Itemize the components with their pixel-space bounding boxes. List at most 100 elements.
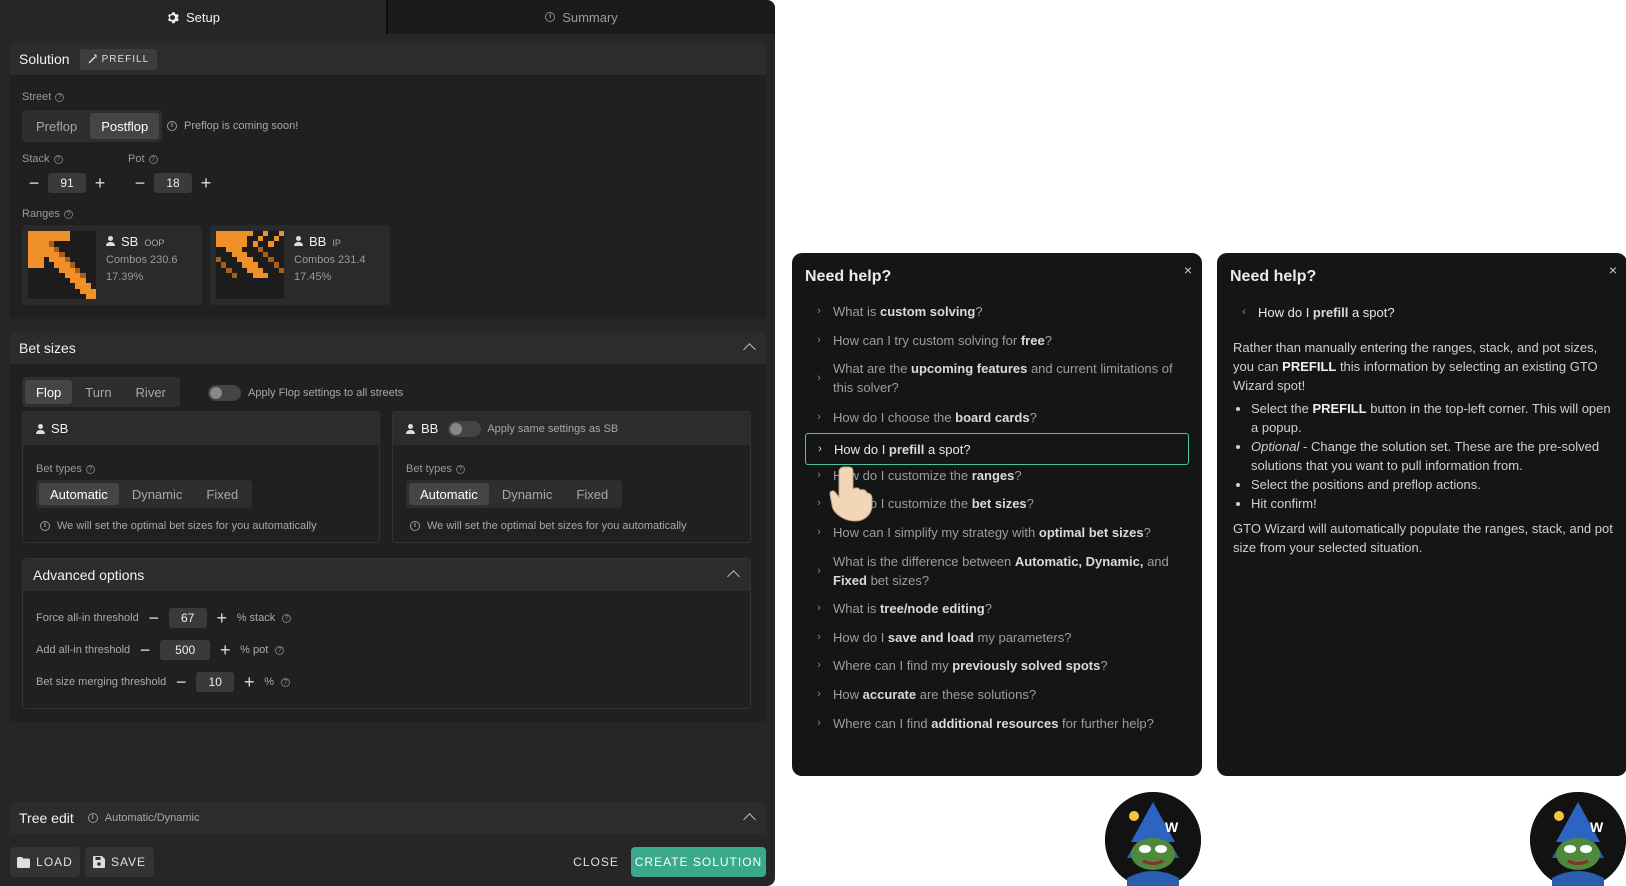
tab-summary-label: Summary: [562, 9, 618, 25]
add-allin-row: Add all-in threshold − 500 + % pot ?: [36, 640, 285, 660]
stack-stepper: − 91 +: [26, 173, 108, 193]
apply-all-toggle[interactable]: [208, 385, 241, 401]
chevron-up-icon[interactable]: [727, 570, 740, 583]
faq-item[interactable]: › How do I choose the board cards?: [805, 405, 1189, 429]
bb-type-dynamic[interactable]: Dynamic: [491, 483, 564, 505]
back-to-faq[interactable]: ‹ How do I prefill a spot?: [1230, 303, 1614, 322]
faq-item-text: What is custom solving?: [833, 303, 983, 319]
chevron-right-icon: ›: [817, 304, 821, 317]
add-allin-minus[interactable]: −: [137, 641, 153, 659]
faq-item[interactable]: › How do I save and load my parameters?: [805, 625, 1189, 649]
preflop-note: i Preflop is coming soon!: [167, 120, 298, 132]
force-allin-label: Force all-in threshold: [36, 612, 139, 624]
pot-input[interactable]: 18: [154, 173, 192, 193]
force-allin-plus[interactable]: +: [214, 609, 230, 627]
stack-input[interactable]: 91: [48, 173, 86, 193]
faq-item[interactable]: › What is the difference between Automati…: [805, 550, 1189, 592]
person-icon: [406, 423, 415, 434]
faq-item-text: What are the upcoming features and curre…: [833, 361, 1173, 395]
close-icon[interactable]: ×: [1184, 262, 1192, 278]
prefill-label: PREFILL: [101, 53, 150, 65]
chevron-up-icon[interactable]: [743, 813, 756, 826]
faq-item[interactable]: › How can I simplify my strategy with opt…: [805, 520, 1189, 544]
save-button[interactable]: SAVE: [85, 847, 154, 877]
prefill-button[interactable]: PREFILL: [79, 48, 158, 70]
tree-edit-title: Tree edit: [19, 810, 74, 826]
range-sb-percent: 17.39%: [106, 271, 144, 283]
faq-item[interactable]: › What are the upcoming features and curr…: [805, 357, 1189, 399]
street-preflop[interactable]: Preflop: [25, 113, 88, 139]
tab-bar: Setup i Summary: [0, 0, 775, 34]
faq-item[interactable]: › Where can I find additional resources f…: [805, 711, 1189, 735]
bet-street-river[interactable]: River: [125, 380, 177, 404]
faq-item-text: Where can I find my previously solved sp…: [833, 657, 1108, 673]
info-icon: i: [545, 12, 556, 22]
add-allin-plus[interactable]: +: [217, 641, 233, 659]
range-card-sb[interactable]: SB OOP Combos 230.6 17.39%: [22, 225, 202, 305]
bb-bet-type-selector: Automatic Dynamic Fixed: [406, 480, 623, 508]
close-icon[interactable]: ×: [1609, 262, 1617, 278]
pot-plus-button[interactable]: +: [198, 174, 214, 192]
ranges-label-text: Ranges: [22, 208, 60, 220]
bet-street-flop[interactable]: Flop: [25, 380, 73, 404]
faq-item[interactable]: › How accurate are these solutions?: [805, 682, 1189, 706]
pot-minus-button[interactable]: −: [132, 174, 148, 192]
bet-sizes-header[interactable]: Bet sizes: [10, 332, 766, 364]
merging-input[interactable]: 10: [196, 672, 235, 692]
info-icon: i: [87, 813, 98, 823]
help-icon: ?: [55, 92, 65, 102]
faq-item[interactable]: › How can I try custom solving for free?: [805, 328, 1189, 352]
info-icon: i: [410, 521, 420, 531]
answer-step: Select the PREFILL button in the top-lef…: [1251, 399, 1613, 437]
faq-item-text: How do I choose the board cards?: [833, 409, 1037, 425]
help-icon: ?: [281, 677, 291, 687]
force-allin-minus[interactable]: −: [146, 609, 162, 627]
person-icon: [36, 423, 45, 434]
bb-type-automatic[interactable]: Automatic: [409, 483, 489, 505]
faq-item-text: Where can I find additional resources fo…: [833, 715, 1154, 731]
close-button[interactable]: CLOSE: [565, 847, 627, 877]
chevron-right-icon: ›: [817, 630, 821, 643]
wizard-avatar[interactable]: W: [1105, 792, 1201, 886]
bb-type-fixed[interactable]: Fixed: [565, 483, 619, 505]
pot-stepper: − 18 +: [132, 173, 214, 193]
chevron-right-icon: ›: [817, 564, 821, 577]
apply-same-toggle[interactable]: [448, 420, 482, 437]
faq-item[interactable]: › What is tree/node editing?: [805, 596, 1189, 620]
merging-minus[interactable]: −: [173, 673, 189, 691]
force-allin-input[interactable]: 67: [168, 608, 207, 628]
stack-minus-button[interactable]: −: [26, 174, 42, 192]
tab-setup[interactable]: Setup: [0, 0, 386, 34]
faq-item[interactable]: › What is custom solving?: [805, 299, 1189, 323]
faq-item[interactable]: › Where can I find my previously solved s…: [805, 653, 1189, 677]
sb-type-automatic[interactable]: Automatic: [39, 483, 119, 505]
street-postflop[interactable]: Postflop: [90, 113, 160, 139]
range-card-bb[interactable]: BB IP Combos 231.4 17.45%: [210, 225, 390, 305]
help-icon: ?: [85, 464, 95, 474]
advanced-options-header[interactable]: Advanced options: [23, 559, 750, 591]
create-solution-button[interactable]: CREATE SOLUTION: [631, 847, 766, 877]
faq-item[interactable]: › How do I prefill a spot?: [805, 433, 1189, 465]
person-icon: [106, 236, 115, 246]
answer-paragraph-2: GTO Wizard will automatically populate t…: [1233, 521, 1613, 555]
tab-summary[interactable]: i Summary: [388, 0, 775, 34]
sb-type-dynamic[interactable]: Dynamic: [121, 483, 194, 505]
answer-paragraph-1: Rather than manually entering the ranges…: [1233, 340, 1598, 393]
stack-plus-button[interactable]: +: [92, 174, 108, 192]
force-allin-row: Force all-in threshold − 67 + % stack ?: [36, 608, 292, 628]
tree-edit-section: Tree edit i Automatic/Dynamic: [10, 802, 766, 834]
chevron-up-icon[interactable]: [743, 343, 756, 356]
add-allin-input[interactable]: 500: [160, 640, 211, 660]
merging-label: Bet size merging threshold: [36, 676, 167, 688]
svg-text:W: W: [1165, 819, 1179, 835]
bet-street-turn[interactable]: Turn: [74, 380, 122, 404]
load-button[interactable]: LOAD: [10, 847, 80, 877]
faq-item-text: What is tree/node editing?: [833, 600, 992, 616]
chevron-right-icon: ›: [817, 601, 821, 614]
bb-panel-title: BB: [421, 421, 439, 436]
merging-plus[interactable]: +: [241, 673, 257, 691]
wizard-avatar[interactable]: W: [1530, 792, 1626, 886]
sb-type-fixed[interactable]: Fixed: [195, 483, 249, 505]
tree-edit-header[interactable]: Tree edit i Automatic/Dynamic: [10, 802, 766, 834]
sb-panel-title: SB: [51, 421, 69, 436]
